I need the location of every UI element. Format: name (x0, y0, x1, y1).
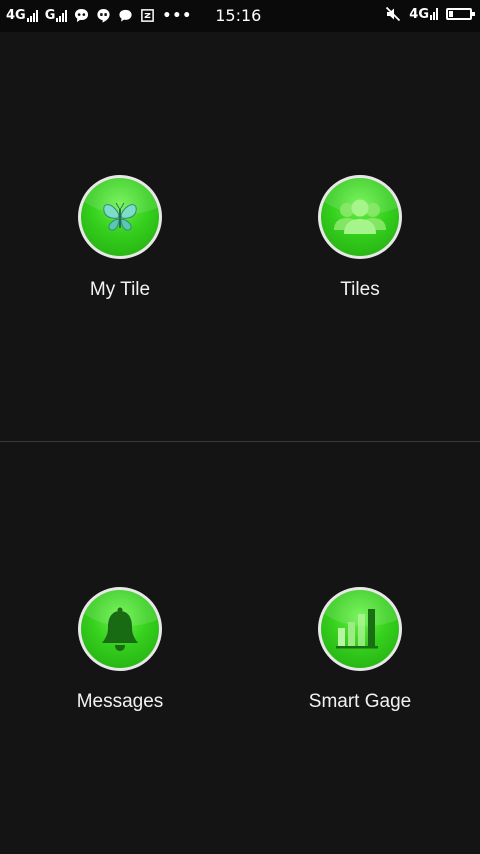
status-bar-left: 4G G ••• 15:16 (6, 6, 261, 25)
hangouts-icon (97, 8, 110, 23)
tile-tiles-circle[interactable] (318, 175, 402, 259)
users-icon (334, 199, 386, 234)
tile-smart-gage-label[interactable]: Smart Gage (240, 691, 480, 713)
signal-icon-2: G (45, 8, 68, 23)
app-screen: 4G G ••• 15:16 4G My Tile Tiles Messages… (0, 0, 480, 854)
tile-smart-gage-circle[interactable] (318, 587, 402, 671)
status-bar: 4G G ••• 15:16 4G (0, 0, 480, 32)
network-right-icon: 4G (409, 7, 438, 22)
signal-bars-icon-right (430, 8, 438, 20)
butterfly-icon (103, 202, 137, 231)
notification-icon (141, 9, 155, 22)
tile-my-tile-circle[interactable] (78, 175, 162, 259)
status-bar-right: 4G (385, 6, 475, 22)
tile-smart-gage[interactable]: Smart Gage (240, 587, 480, 713)
signal-bars-icon (26, 9, 38, 22)
bar-chart-icon (336, 609, 378, 649)
signal-icon: 4G (6, 8, 38, 23)
message-icon (119, 9, 132, 22)
network-type-label-right: 4G (409, 6, 429, 22)
tile-my-tile-label[interactable]: My Tile (0, 279, 240, 301)
battery-fill (449, 11, 453, 17)
tile-messages-label[interactable]: Messages (0, 691, 240, 713)
battery-icon (446, 8, 475, 20)
tile-tiles[interactable]: Tiles (240, 175, 480, 301)
tile-messages-circle[interactable] (78, 587, 162, 671)
network-type-label-2: G (44, 8, 56, 23)
tile-tiles-label[interactable]: Tiles (240, 279, 480, 301)
tile-my-tile[interactable]: My Tile (0, 175, 240, 301)
network-type-label: 4G (6, 8, 26, 23)
status-time: 15:16 (215, 6, 262, 25)
more-dots-icon: ••• (162, 7, 193, 24)
signal-bars-icon-2 (56, 9, 68, 22)
bell-icon (102, 607, 138, 651)
chat-bubble-icon (75, 8, 89, 23)
section-divider (0, 441, 480, 442)
tile-messages[interactable]: Messages (0, 587, 240, 713)
mute-icon (386, 6, 401, 22)
